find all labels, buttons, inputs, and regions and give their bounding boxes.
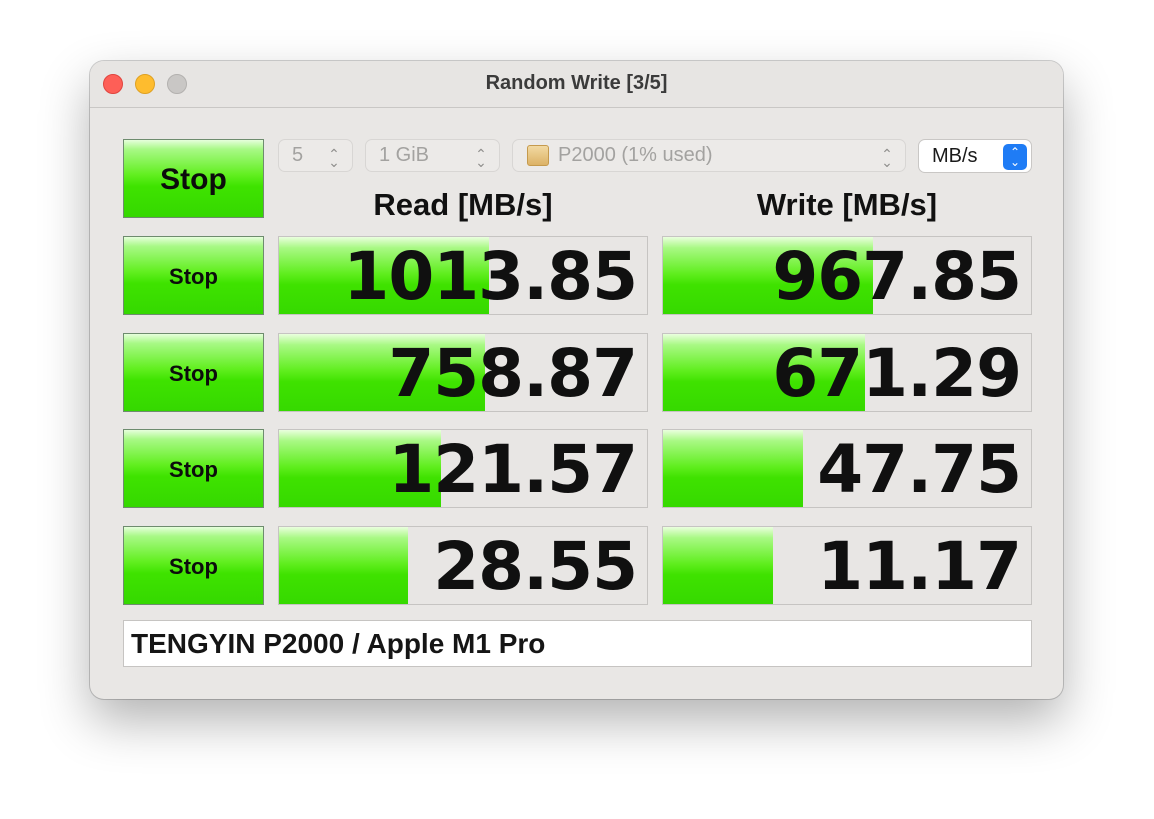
unit-select[interactable]: MB/s ⌃ ⌄ — [918, 139, 1032, 173]
read-value-1: 1013.85 — [343, 238, 638, 315]
read-result-4: 28.55 — [278, 526, 648, 605]
window-title: Random Write [3/5] — [485, 72, 668, 94]
test-size-value: 1 GiB — [379, 144, 430, 166]
write-value-3: 47.75 — [817, 431, 1022, 508]
drive-value: P2000 (1% used) — [558, 144, 713, 166]
write-result-2: 671.29 — [662, 333, 1032, 412]
stop-test-2-button[interactable]: Stop — [123, 333, 264, 412]
test-size-select[interactable]: 1 GiB ⌃ ⌄ — [365, 139, 500, 172]
write-result-1: 967.85 — [662, 236, 1032, 315]
read-value-4: 28.55 — [433, 528, 638, 605]
stop-all-button[interactable]: Stop — [123, 139, 264, 218]
read-result-3: 121.57 — [278, 429, 648, 508]
chevron-updown-icon: ⌃ ⌄ — [1003, 144, 1027, 170]
app-window: Random Write [3/5] Stop 5 ⌃ ⌄ 1 GiB ⌃ ⌄ P2… — [90, 61, 1063, 699]
write-result-3: 47.75 — [662, 429, 1032, 508]
read-bar-4 — [279, 527, 408, 604]
write-result-4: 11.17 — [662, 526, 1032, 605]
stop-test-1-button[interactable]: Stop — [123, 236, 264, 315]
unit-value: MB/s — [932, 145, 978, 167]
write-value-2: 671.29 — [772, 335, 1022, 412]
drive-icon — [527, 145, 549, 166]
test-count-value: 5 — [292, 144, 304, 166]
test-count-select[interactable]: 5 ⌃ ⌄ — [278, 139, 353, 172]
write-header: Write [MB/s] — [756, 187, 938, 222]
title-bar: Random Write [3/5] — [90, 61, 1063, 108]
comment-field[interactable]: TENGYIN P2000 / Apple M1 Pro — [123, 620, 1032, 667]
read-header: Read [MB/s] — [373, 187, 553, 222]
stop-test-4-button[interactable]: Stop — [123, 526, 264, 605]
read-result-2: 758.87 — [278, 333, 648, 412]
read-value-2: 758.87 — [388, 335, 638, 412]
write-value-4: 11.17 — [817, 528, 1022, 605]
write-value-1: 967.85 — [772, 238, 1022, 315]
read-value-3: 121.57 — [388, 431, 638, 508]
stop-test-3-button[interactable]: Stop — [123, 429, 264, 508]
read-result-1: 1013.85 — [278, 236, 648, 315]
write-bar-4 — [663, 527, 774, 604]
write-bar-3 — [663, 430, 803, 507]
drive-select[interactable]: P2000 (1% used) ⌃ ⌄ — [512, 139, 906, 172]
